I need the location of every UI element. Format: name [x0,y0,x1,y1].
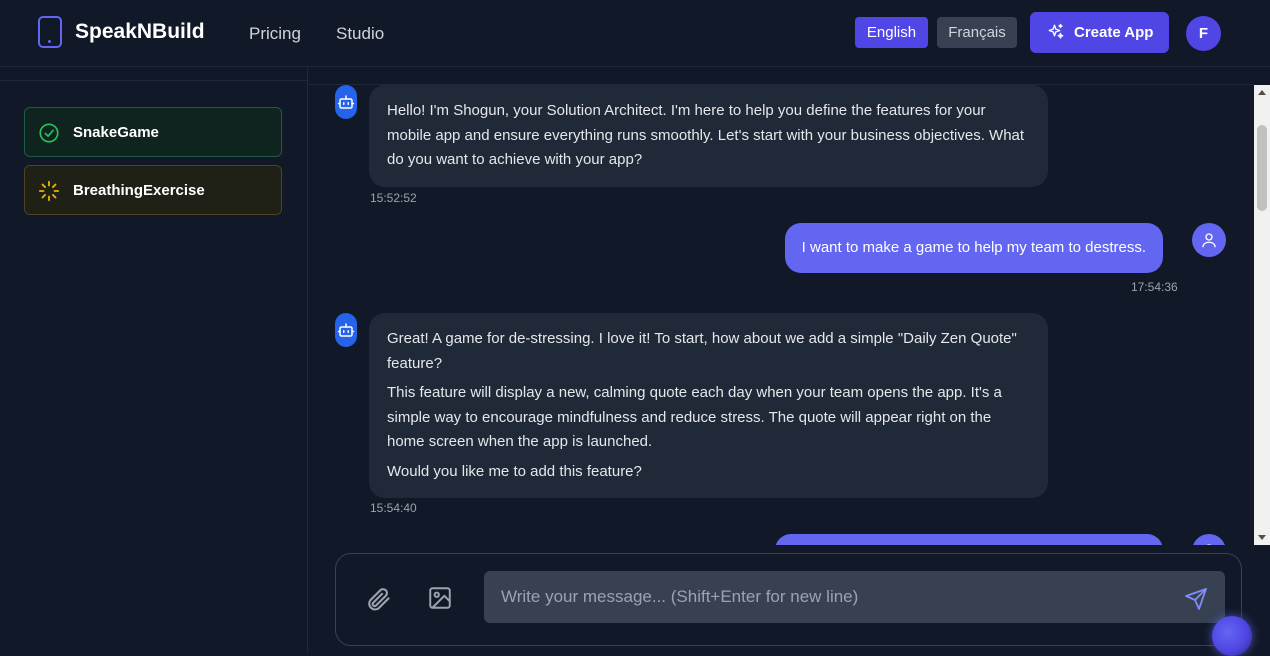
scroll-up-arrow-icon[interactable] [1254,85,1270,101]
user-message-avatar [1192,534,1226,545]
language-french-button[interactable]: Français [937,17,1017,48]
image-icon[interactable] [427,585,453,611]
message-timestamp: 15:54:40 [370,501,417,515]
check-circle-icon [39,123,59,143]
project-name: BreathingExercise [73,182,205,199]
assistant-message: Hello! I'm Shogun, your Solution Archite… [369,85,1048,187]
send-icon[interactable] [1184,587,1208,611]
message-list[interactable]: Hello! I'm Shogun, your Solution Archite… [309,85,1254,545]
paperclip-icon[interactable] [364,585,392,613]
scroll-thumb[interactable] [1257,125,1267,211]
messages-scrollbar[interactable] [1254,85,1270,545]
bot-icon [337,95,355,109]
divider [0,80,308,81]
user-message: I want to make a game to help my team to… [784,223,1163,273]
user-icon [1206,544,1212,545]
nav-pricing[interactable]: Pricing [249,24,301,44]
create-app-label: Create App [1074,24,1154,41]
message-composer [335,553,1242,646]
message-input[interactable] [484,571,1225,623]
sparkles-icon [1048,23,1064,39]
assistant-message: Great! A game for de-stressing. I love i… [369,313,1048,498]
message-paragraph: Great! A game for de-stressing. I love i… [387,330,1017,372]
bot-icon [337,323,355,337]
brand-name[interactable]: SpeakNBuild [75,20,205,44]
create-app-button[interactable]: Create App [1030,12,1169,53]
top-navbar: SpeakNBuild Pricing Studio English Franç… [0,0,1270,67]
assistant-orb-button[interactable] [1212,616,1252,656]
chat-panel: Hello! I'm Shogun, your Solution Archite… [309,68,1270,653]
language-english-button[interactable]: English [855,17,928,48]
scroll-down-arrow-icon[interactable] [1254,529,1270,545]
phone-logo-icon [38,16,62,48]
user-message-avatar [1192,223,1226,257]
nav-studio[interactable]: Studio [336,24,384,44]
user-avatar-button[interactable]: F [1186,16,1221,51]
message-paragraph: This feature will display a new, calming… [387,384,1002,450]
project-item-snakegame[interactable]: SnakeGame [24,107,282,157]
message-paragraph: Would you like me to add this feature? [387,462,642,480]
user-message-partial [775,534,1163,545]
bot-avatar [335,313,357,347]
message-text: Hello! I'm Shogun, your Solution Archite… [387,102,1025,168]
message-timestamp: 17:54:36 [1131,280,1178,294]
message-timestamp: 15:52:52 [370,191,417,205]
project-name: SnakeGame [73,124,159,141]
project-item-breathingexercise[interactable]: BreathingExercise [24,165,282,215]
loader-icon [38,180,60,202]
user-icon [1202,233,1216,248]
bot-avatar [335,85,357,119]
projects-sidebar: SnakeGame BreathingExercise [0,68,308,653]
